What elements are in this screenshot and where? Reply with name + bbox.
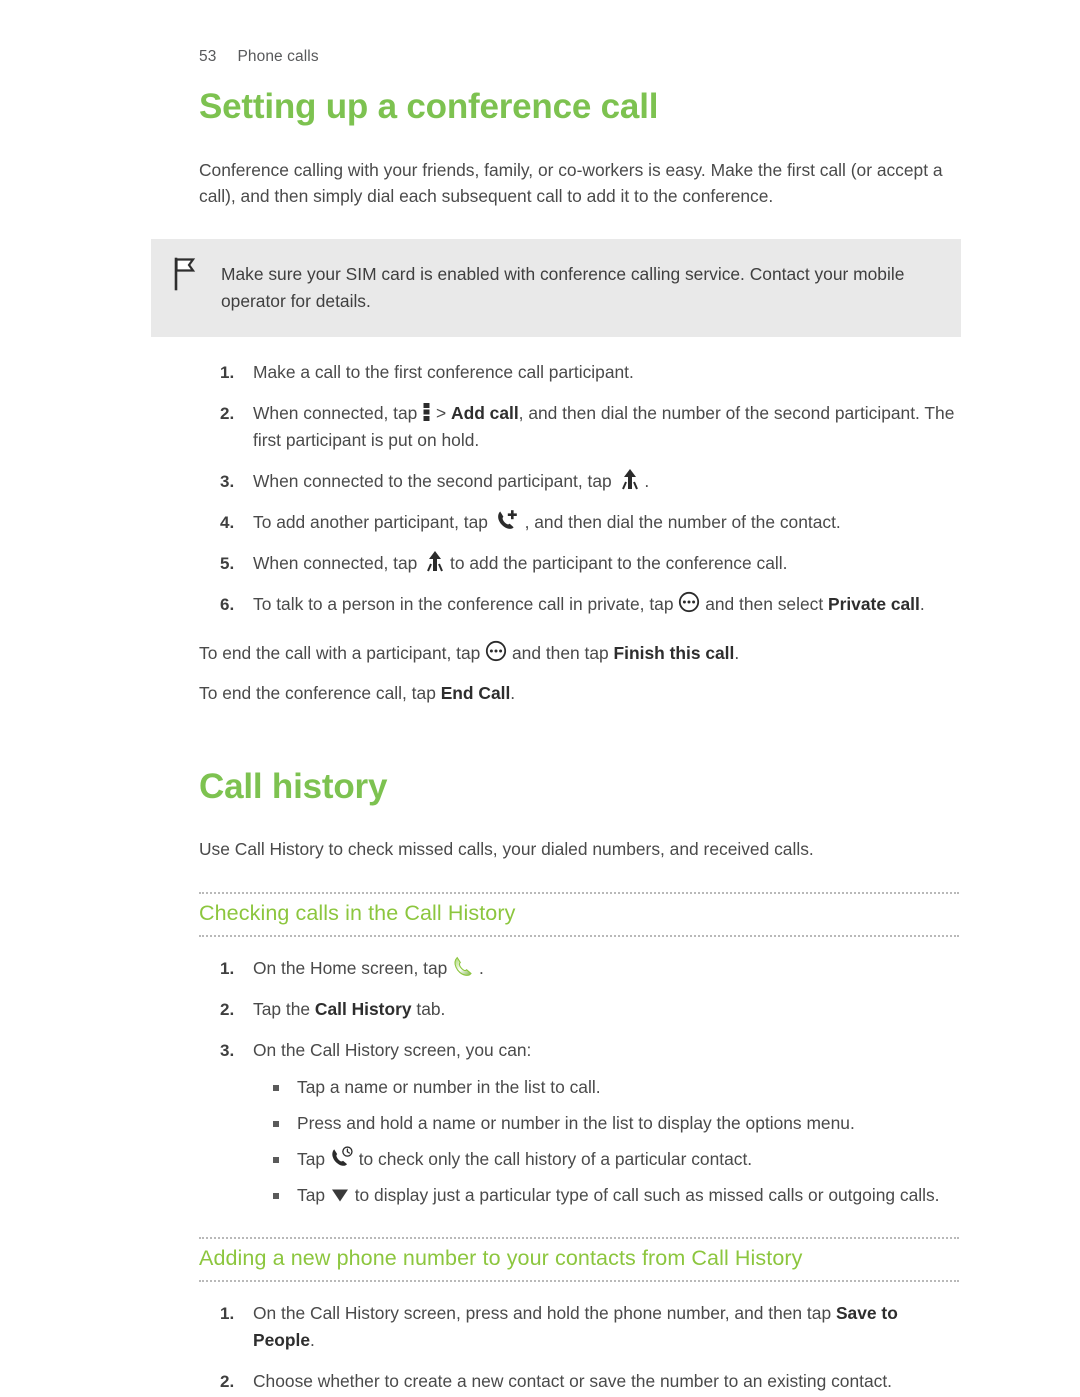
step-text-after: . [919, 593, 925, 614]
merge-call-icon[interactable] [425, 550, 445, 572]
step-text: On the Home screen, tap [253, 957, 453, 978]
list-item: Tap to display just a particular type of… [273, 1182, 959, 1209]
list-item: Tap the Call History tab. [220, 996, 959, 1023]
circle-dots-icon[interactable] [485, 640, 507, 662]
adding-number-steps: On the Call History screen, press and ho… [199, 1300, 959, 1395]
step-text-after: , and then dial the number of the contac… [519, 511, 841, 532]
call-history-intro: Use Call History to check missed calls, … [199, 839, 814, 859]
subsection-heading: Adding a new phone number to your contac… [199, 1245, 803, 1270]
list-item: On the Call History screen, press and ho… [220, 1300, 959, 1354]
list-item: On the Home screen, tap . [220, 955, 959, 982]
step-bold-label: Call History [314, 998, 412, 1019]
list-item: When connected to the second participant… [220, 468, 959, 495]
step-bold-label: Private call [827, 593, 920, 614]
subsection-heading: Checking calls in the Call History [199, 901, 516, 925]
circle-dots-icon[interactable] [678, 591, 700, 613]
list-item: Tap to check only the call history of a … [273, 1146, 959, 1173]
step-text: Choose whether to create a new contact o… [253, 1370, 892, 1391]
closing-bold-label: Finish this call [613, 642, 735, 663]
page-title: Setting up a conference call [199, 87, 659, 126]
document-page: 53 Phone calls Setting up a conference ca… [0, 0, 1080, 1397]
closing-text-mid: and then tap [507, 642, 614, 663]
step-text: Tap the [253, 998, 315, 1019]
step-text-after: tab. [411, 998, 446, 1019]
note-callout: Make sure your SIM card is enabled with … [151, 238, 961, 337]
overflow-menu-icon[interactable] [422, 402, 431, 422]
step-text: On the Call History screen, you can: [253, 1039, 532, 1060]
step-bold-label: Add call [451, 402, 519, 423]
subsection-heading-block: Checking calls in the Call History [199, 892, 959, 937]
list-item: Choose whether to create a new contact o… [220, 1368, 959, 1395]
closing-bold-label: End Call [440, 682, 511, 703]
conference-call-steps: Make a call to the first conference call… [199, 359, 959, 618]
page-number: 53 [199, 48, 217, 65]
page-content: Setting up a conference call Conference … [151, 87, 961, 1395]
step-text: When connected to the second participant… [253, 470, 617, 491]
step-text-after: . [639, 470, 650, 491]
call-history-options-list: Tap a name or number in the list to call… [253, 1074, 959, 1209]
note-text: Make sure your SIM card is enabled with … [221, 263, 905, 311]
subsection-heading-block: Adding a new phone number to your contac… [199, 1236, 959, 1282]
step-text: On the Call History screen, press and ho… [253, 1302, 836, 1323]
step-text: When connected, tap [253, 402, 423, 423]
bullet-text: Tap a name or number in the list to call… [297, 1076, 601, 1097]
bullet-text: Tap [297, 1148, 330, 1169]
step-text-mid: and then select [700, 593, 828, 614]
step-text: Make a call to the first conference call… [253, 361, 634, 382]
list-item: Make a call to the first conference call… [220, 359, 959, 386]
filter-triangle-icon[interactable] [330, 1186, 350, 1204]
step-text: To add another participant, tap [253, 511, 493, 532]
call-history-title: Call history [199, 766, 388, 806]
intro-paragraph: Conference calling with your friends, fa… [199, 159, 943, 206]
bullet-text: Press and hold a name or number in the l… [297, 1112, 855, 1133]
header-section-title: Phone calls [237, 48, 319, 65]
list-item: Tap a name or number in the list to call… [273, 1074, 959, 1101]
list-item: To talk to a person in the conference ca… [220, 591, 959, 618]
checking-calls-steps: On the Home screen, tap . Tap the Call H… [199, 955, 959, 1209]
running-header: 53 Phone calls [199, 48, 319, 66]
closing-paragraph-1: To end the call with a participant, tap … [199, 640, 959, 666]
divider-bottom [199, 934, 959, 937]
closing-text: To end the call with a participant, tap [199, 642, 486, 663]
list-item: On the Call History screen, you can: Tap… [220, 1037, 959, 1209]
list-item: To add another participant, tap , and th… [220, 509, 959, 536]
step-text: When connected, tap [253, 552, 423, 573]
step-text-after: to add the participant to the conference… [445, 552, 788, 573]
merge-call-icon[interactable] [620, 468, 640, 490]
step-text: To talk to a person in the conference ca… [253, 593, 679, 614]
add-call-icon[interactable] [496, 509, 520, 531]
call-history-icon[interactable] [330, 1146, 354, 1168]
closing-text: To end the conference call, tap [199, 682, 441, 703]
step-text-mid: > [431, 402, 452, 423]
closing-text-after: . [510, 682, 516, 703]
bullet-text: Tap [297, 1184, 330, 1205]
bullet-text-after: to check only the call history of a part… [353, 1148, 753, 1169]
list-item: Press and hold a name or number in the l… [273, 1110, 959, 1137]
step-text-after: . [474, 957, 484, 978]
divider-bottom [199, 1279, 959, 1282]
phone-handset-icon[interactable] [452, 955, 474, 977]
bullet-text-after: to display just a particular type of cal… [349, 1184, 940, 1205]
closing-paragraph-2: To end the conference call, tap End Call… [199, 680, 959, 706]
step-text-after: . [310, 1329, 315, 1350]
list-item: When connected, tap to add the participa… [220, 550, 959, 577]
list-item: When connected, tap > Add call, and then… [220, 400, 959, 454]
flag-icon [173, 257, 199, 291]
closing-text-after: . [734, 642, 740, 663]
